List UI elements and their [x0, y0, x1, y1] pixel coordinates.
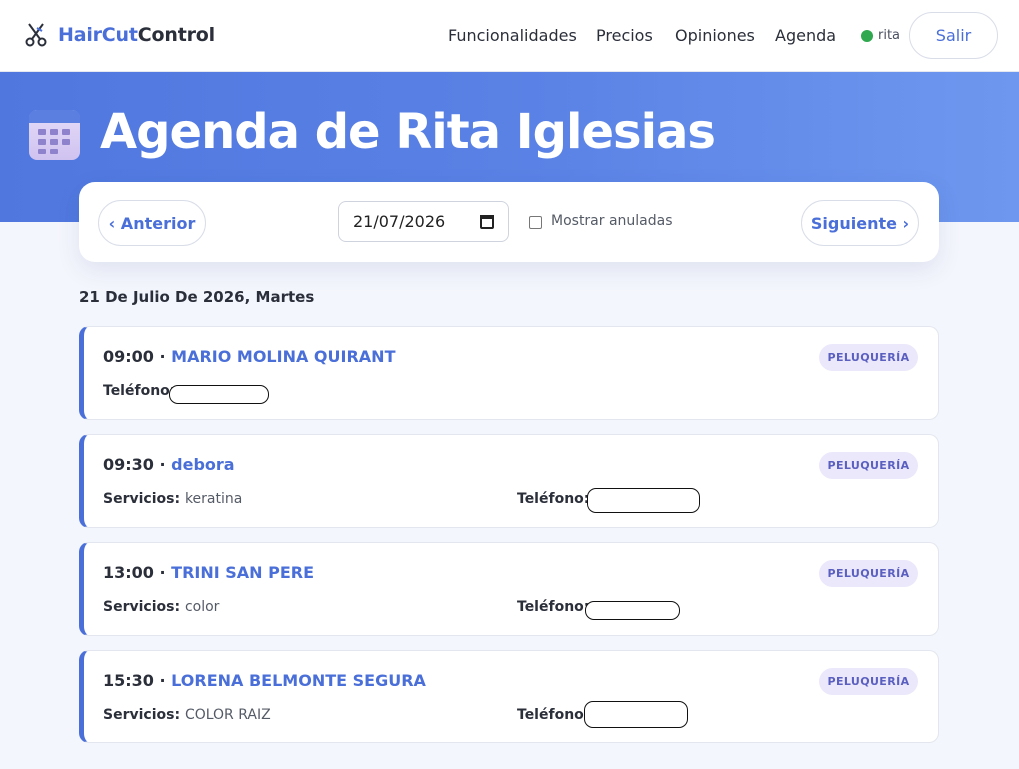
nav-link-precios[interactable]: Precios	[596, 26, 653, 45]
client-name[interactable]: LORENA BELMONTE SEGURA	[171, 671, 426, 690]
appointment-title: 13:00 · TRINI SAN PERE	[103, 563, 315, 582]
show-cancelled-checkbox[interactable]	[529, 216, 542, 229]
user-name: rita	[878, 28, 901, 43]
phone-label: Teléfono:	[103, 383, 176, 399]
services-value: color	[184, 599, 220, 615]
date-value: 21/07/2026	[353, 212, 446, 231]
date-picker-input[interactable]: 21/07/2026	[338, 201, 509, 242]
brand-name: HairCutControl	[58, 24, 215, 46]
service-category-badge: PELUQUERÍA	[819, 560, 918, 587]
appointment-card[interactable]: 09:00 · MARIO MOLINA QUIRANT PELUQUERÍA …	[79, 326, 939, 420]
scissors-icon	[25, 23, 47, 47]
service-category-badge: PELUQUERÍA	[819, 344, 918, 371]
service-category-badge: PELUQUERÍA	[819, 668, 918, 695]
redacted-phone	[587, 488, 700, 513]
client-name[interactable]: TRINI SAN PERE	[171, 563, 314, 582]
appointment-title: 15:30 · LORENA BELMONTE SEGURA	[103, 671, 426, 690]
redacted-phone	[584, 701, 688, 728]
previous-day-button[interactable]: ‹ Anterior	[98, 200, 206, 246]
selected-date-heading: 21 De Julio De 2026, Martes	[79, 288, 315, 306]
phone-label: Teléfono:	[517, 491, 590, 507]
services-label: Servicios: keratina	[103, 491, 243, 507]
client-name[interactable]: MARIO MOLINA QUIRANT	[171, 347, 395, 366]
nav-link-agenda[interactable]: Agenda	[775, 26, 836, 45]
nav-link-funcionalidades[interactable]: Funcionalidades	[448, 26, 577, 45]
appointment-card[interactable]: 09:30 · debora PELUQUERÍA Servicios: ker…	[79, 434, 939, 528]
brand-logo[interactable]: HairCutControl	[24, 22, 215, 48]
services-value: COLOR RAIZ	[184, 707, 271, 723]
top-navbar: HairCutControl Funcionalidades Precios O…	[0, 0, 1019, 72]
services-label: Servicios: color	[103, 599, 220, 615]
calendar-picker-icon[interactable]	[480, 215, 494, 229]
redacted-phone	[169, 385, 269, 404]
phone-label: Teléfono:	[517, 707, 590, 723]
appointment-card[interactable]: 15:30 · LORENA BELMONTE SEGURA PELUQUERÍ…	[79, 650, 939, 743]
appointment-title: 09:00 · MARIO MOLINA QUIRANT	[103, 347, 396, 366]
appointment-card[interactable]: 13:00 · TRINI SAN PERE PELUQUERÍA Servic…	[79, 542, 939, 636]
redacted-phone	[585, 601, 680, 620]
next-day-button[interactable]: Siguiente ›	[801, 200, 919, 246]
client-name[interactable]: debora	[171, 455, 234, 474]
phone-label: Teléfono:	[517, 599, 590, 615]
calendar-icon	[29, 110, 80, 160]
date-navigation-panel: ‹ Anterior 21/07/2026 Mostrar anuladas S…	[79, 182, 939, 262]
logout-button[interactable]: Salir	[909, 12, 998, 59]
show-cancelled-label[interactable]: Mostrar anuladas	[551, 213, 673, 229]
online-status-dot	[861, 30, 873, 42]
services-label: Servicios: COLOR RAIZ	[103, 707, 271, 723]
services-value: keratina	[184, 491, 243, 507]
service-category-badge: PELUQUERÍA	[819, 452, 918, 479]
page-title: Agenda de Rita Iglesias	[100, 104, 716, 160]
appointment-title: 09:30 · debora	[103, 455, 235, 474]
nav-link-opiniones[interactable]: Opiniones	[675, 26, 755, 45]
